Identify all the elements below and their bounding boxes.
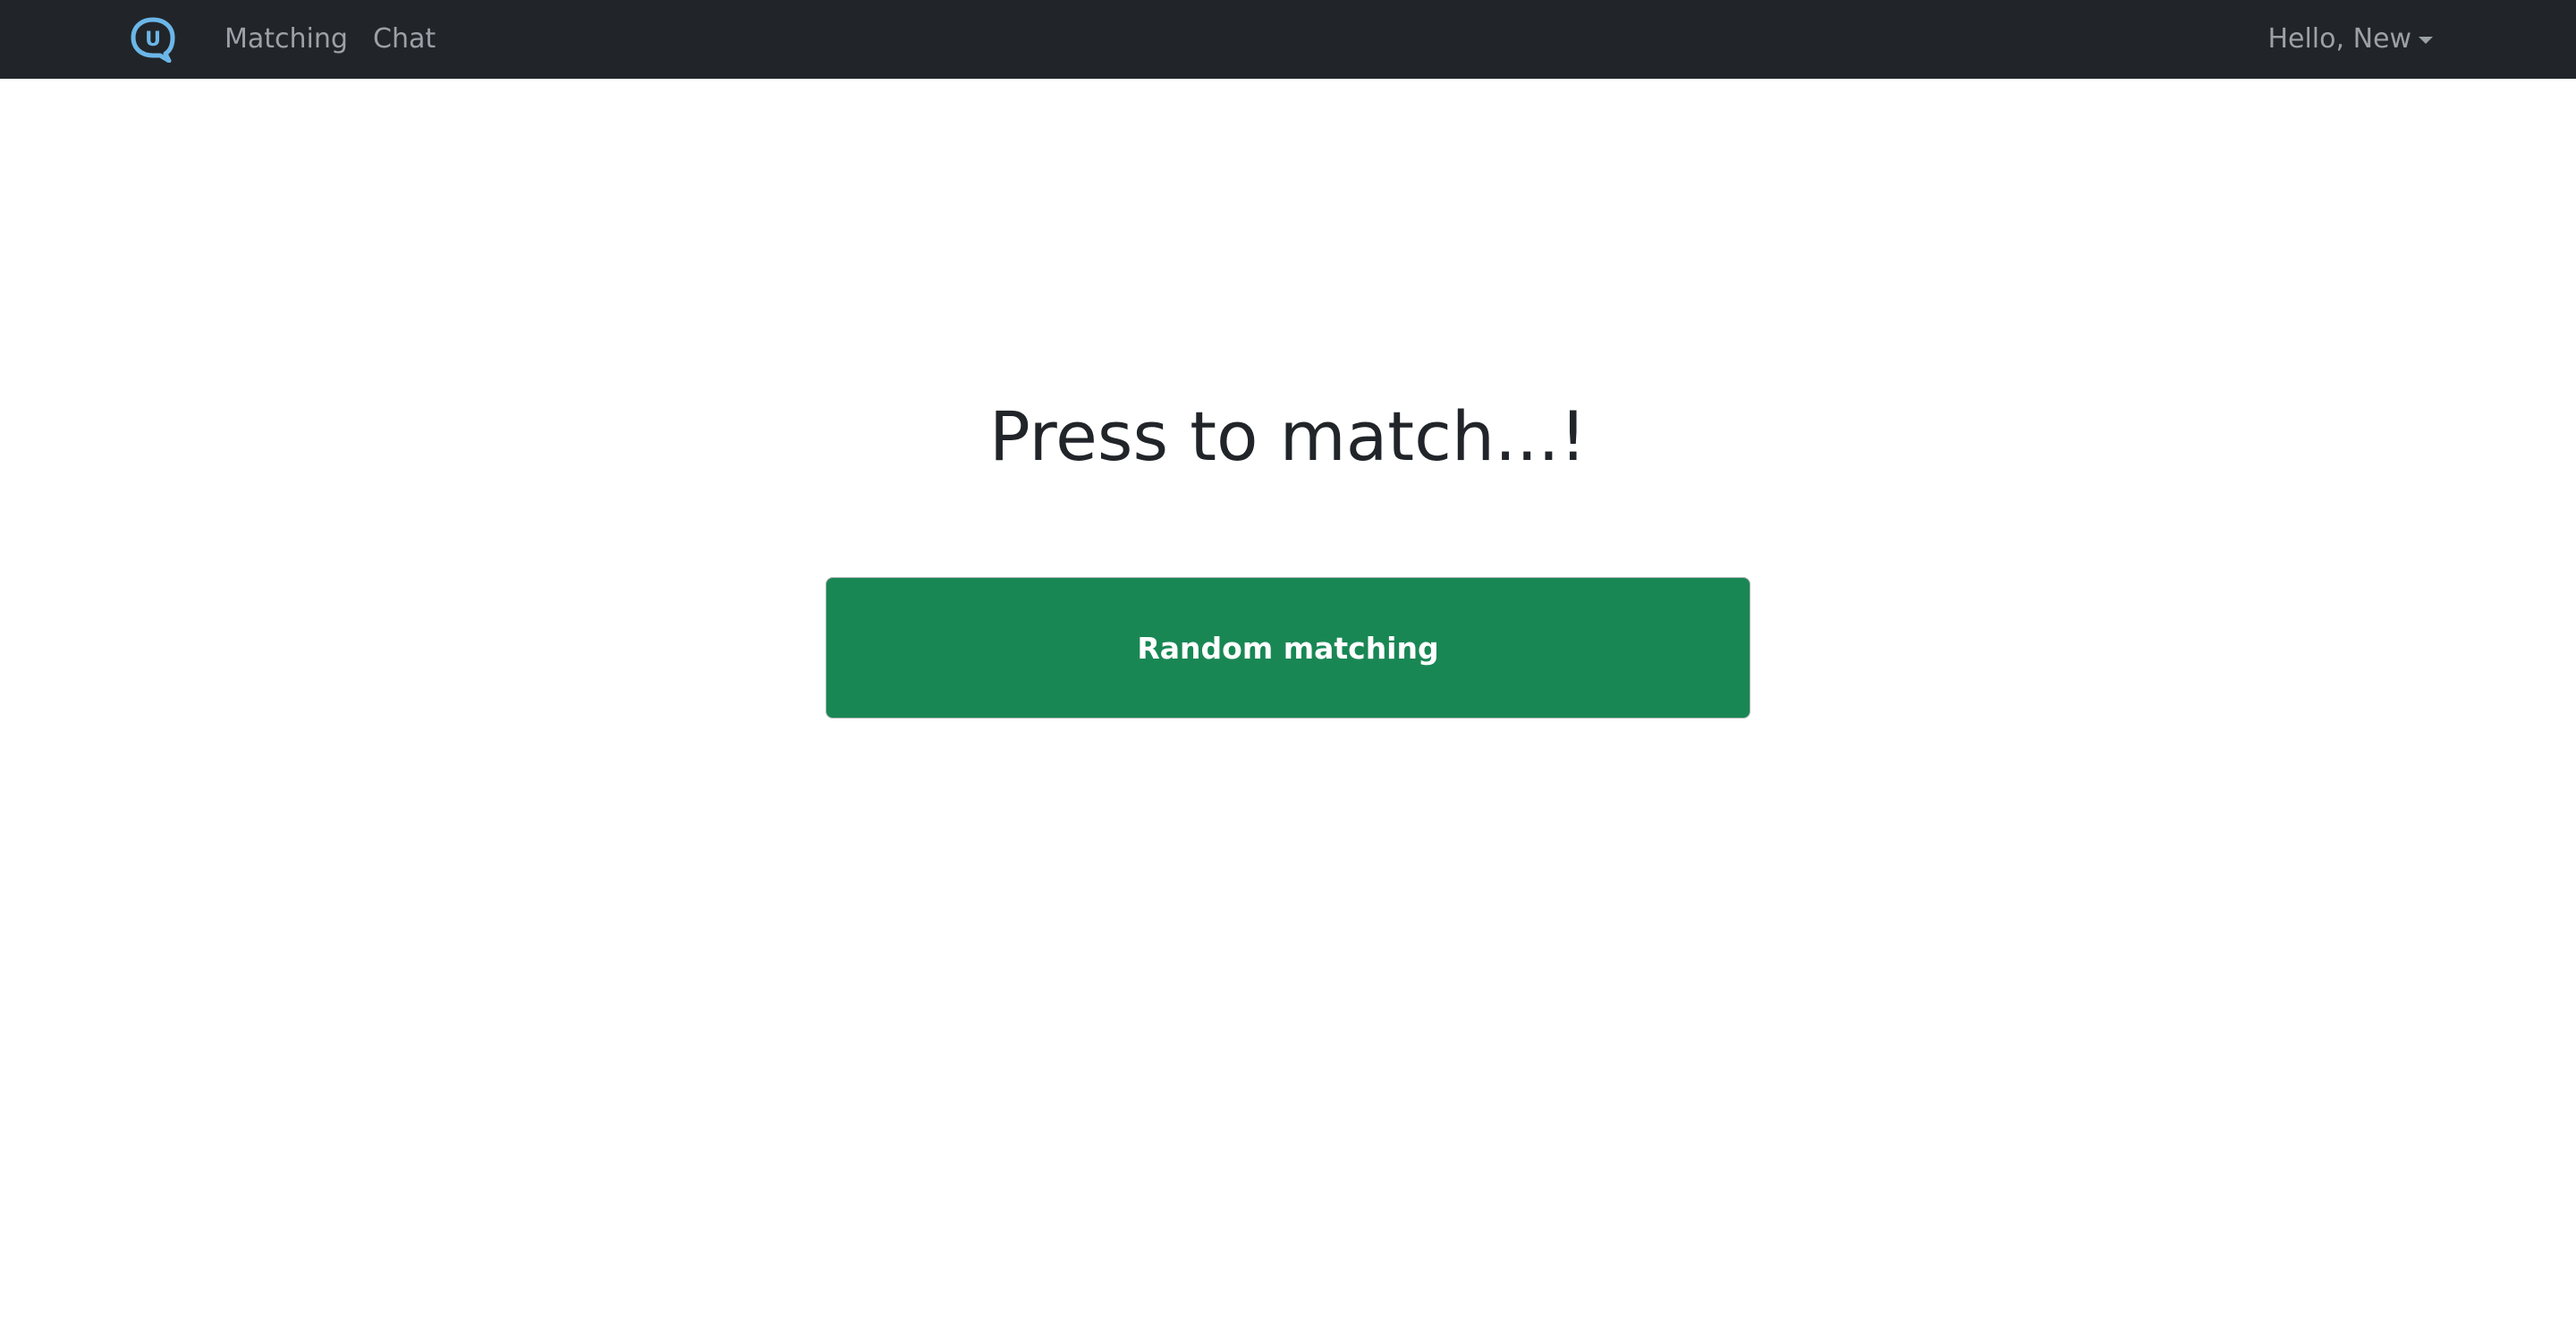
svg-text:U: U [145,29,161,51]
nav-link-chat[interactable]: Chat [373,0,436,79]
app-logo[interactable]: U [130,16,176,64]
chat-bubble-logo-icon: U [131,17,175,64]
chevron-down-icon [2419,37,2433,44]
page-heading: Press to match...! [989,396,1587,476]
nav-link-matching[interactable]: Matching [225,0,348,79]
top-navbar: U Matching Chat Hello, New [0,0,2576,79]
user-dropdown-toggle[interactable]: Hello, New [2267,0,2433,79]
random-matching-button[interactable]: Random matching [826,577,1750,719]
user-greeting: Hello, New [2267,23,2411,55]
